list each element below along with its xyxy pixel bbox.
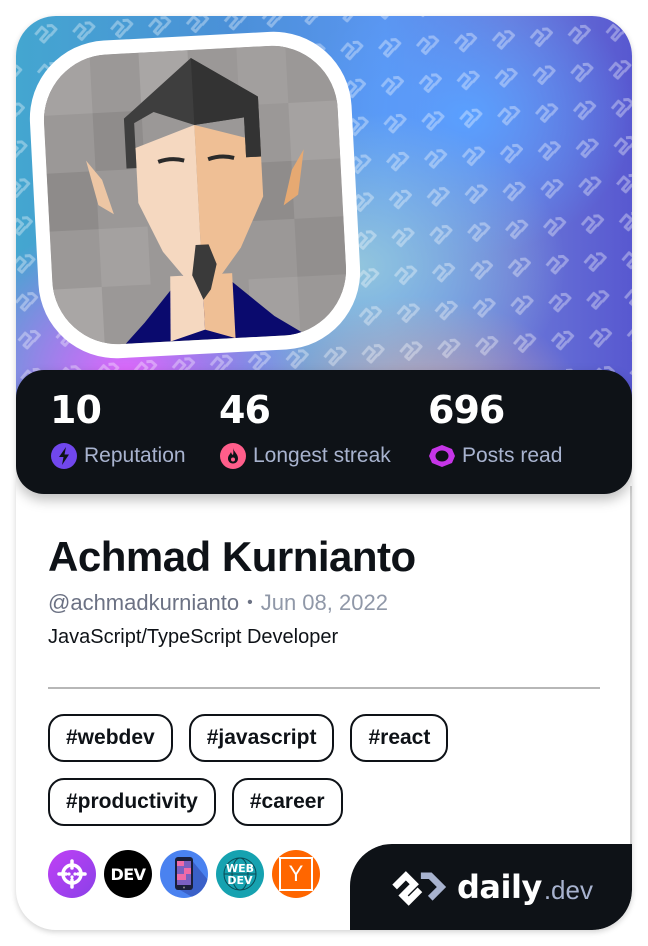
brand-word: daily (457, 868, 542, 906)
tags-list: #webdev #javascript #react #productivity… (48, 714, 608, 826)
profile-handle[interactable]: @achmadkurnianto (48, 590, 239, 616)
hacker-news-label: Y (288, 861, 304, 886)
tag-javascript[interactable]: #javascript (188, 714, 335, 762)
daily-dev-brand[interactable]: daily .dev (350, 844, 632, 930)
posts-read-value: 696 (428, 388, 505, 432)
tag-career[interactable]: #career (231, 778, 343, 826)
stats-bar: 10 Reputation 46 Longest streak 696 Post… (16, 370, 632, 494)
web-dev-label-bottom: DEV (227, 874, 253, 887)
stat-reputation: 10 Reputation (50, 388, 186, 470)
profile-meta: @achmadkurnianto • Jun 08, 2022 (48, 590, 608, 616)
posts-read-ring-icon (428, 442, 456, 470)
reputation-value: 10 (50, 388, 102, 432)
posts-read-label: Posts read (462, 444, 563, 467)
streak-label: Longest streak (253, 444, 391, 467)
source-web-dev-icon[interactable]: WEB DEV (216, 850, 264, 898)
dev-to-label: DEV (110, 864, 146, 884)
divider (48, 687, 600, 689)
profile-info: Achmad Kurnianto @achmadkurnianto • Jun … (48, 530, 608, 649)
profile-name: Achmad Kurnianto (48, 533, 416, 580)
source-mobile-icon[interactable] (160, 850, 208, 898)
joined-date: Jun 08, 2022 (260, 590, 388, 615)
stat-longest-streak: 46 Longest streak (219, 388, 391, 470)
reputation-bolt-icon (50, 442, 78, 470)
stat-posts-read: 696 Posts read (428, 388, 562, 470)
streak-flame-icon (219, 442, 247, 470)
source-crosshair-icon[interactable] (48, 850, 96, 898)
tag-productivity[interactable]: #productivity (48, 778, 216, 826)
devcard: 10 Reputation 46 Longest streak 696 Post… (16, 16, 632, 930)
reputation-label: Reputation (84, 444, 186, 467)
avatar-frame (25, 27, 365, 363)
cover-background (16, 16, 632, 416)
avatar[interactable] (40, 42, 350, 348)
brand-tld: .dev (543, 874, 593, 905)
meta-separator: • (247, 594, 253, 611)
avatar-illustration (40, 42, 350, 348)
source-hacker-news-icon[interactable]: Y (272, 850, 320, 898)
daily-dev-logo-icon (392, 871, 447, 906)
tag-react[interactable]: #react (350, 714, 449, 762)
tag-webdev[interactable]: #webdev (48, 714, 173, 762)
source-dev-to-icon[interactable]: DEV (104, 850, 152, 898)
streak-value: 46 (219, 388, 271, 432)
sources-list: DEV WEB DEV Y (48, 850, 320, 898)
profile-bio: JavaScript/TypeScript Developer (48, 626, 339, 648)
